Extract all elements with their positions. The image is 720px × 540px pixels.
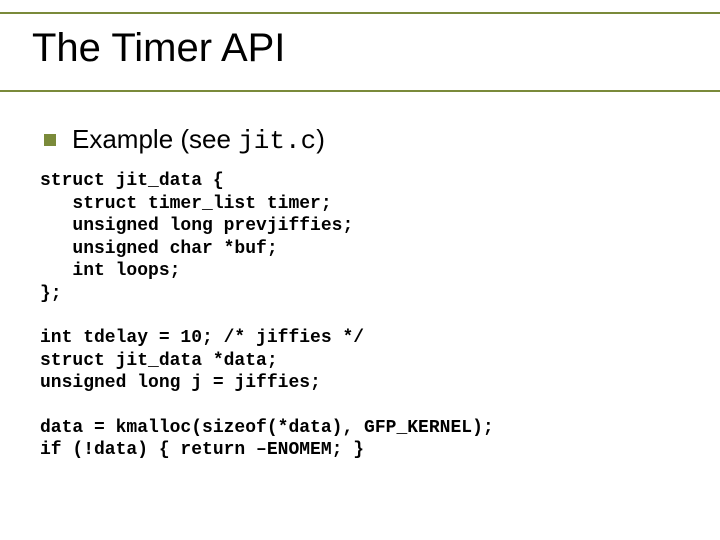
slide-title: The Timer API <box>32 26 285 70</box>
bullet-text: Example (see jit.c) <box>72 124 325 156</box>
title-rule-bottom <box>0 90 720 92</box>
code-block-alloc: data = kmalloc(sizeof(*data), GFP_KERNEL… <box>40 417 684 462</box>
slide: The Timer API Example (see jit.c) struct… <box>0 0 720 540</box>
bullet-prefix: Example (see <box>72 124 238 154</box>
bullet-square-icon <box>44 134 56 146</box>
code-block-struct: struct jit_data { struct timer_list time… <box>40 170 684 305</box>
bullet-item: Example (see jit.c) <box>44 124 684 156</box>
code-block-decls: int tdelay = 10; /* jiffies */ struct ji… <box>40 327 684 395</box>
title-rule-top <box>0 12 720 14</box>
bullet-code: jit.c <box>238 126 316 156</box>
slide-body: Example (see jit.c) struct jit_data { st… <box>44 124 684 462</box>
bullet-suffix: ) <box>316 124 325 154</box>
